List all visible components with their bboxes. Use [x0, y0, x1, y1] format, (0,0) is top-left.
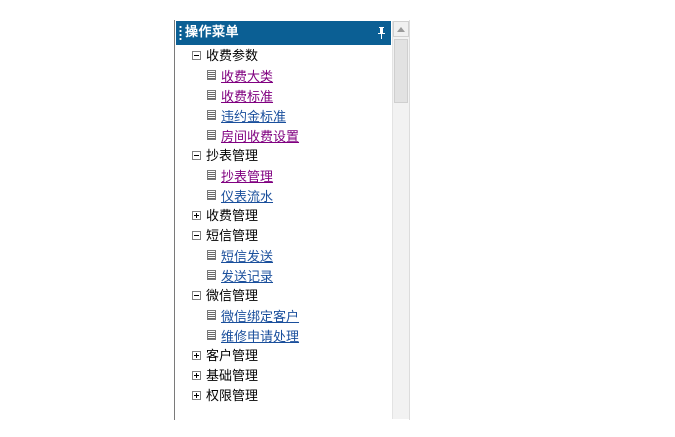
menu-group[interactable]: 权限管理 [175, 387, 391, 407]
menu-item[interactable]: 仪表流水 [175, 187, 391, 207]
expand-icon[interactable] [192, 351, 201, 360]
document-icon [207, 70, 216, 80]
menu-group[interactable]: 抄表管理 [175, 147, 391, 167]
menu-group[interactable]: 收费管理 [175, 207, 391, 227]
expand-icon[interactable] [192, 391, 201, 400]
collapse-icon[interactable] [192, 51, 201, 60]
menu-item-link[interactable]: 收费大类 [221, 68, 273, 88]
menu-item[interactable]: 收费大类 [175, 67, 391, 87]
vertical-scrollbar[interactable] [392, 21, 409, 419]
collapse-icon[interactable] [192, 151, 201, 160]
document-icon [207, 170, 216, 180]
menu-group[interactable]: 微信管理 [175, 287, 391, 307]
menu-item-link[interactable]: 房间收费设置 [221, 128, 299, 148]
document-icon [207, 130, 216, 140]
menu-group[interactable]: 收费参数 [175, 47, 391, 67]
menu-item-link[interactable]: 维修申请处理 [221, 328, 299, 348]
document-icon [207, 190, 216, 200]
menu-item-link[interactable]: 仪表流水 [221, 188, 273, 208]
panel-header[interactable]: 操作菜单 [176, 21, 391, 45]
collapse-icon[interactable] [192, 291, 201, 300]
menu-group-label[interactable]: 权限管理 [206, 387, 258, 407]
document-icon [207, 330, 216, 340]
menu-group-label[interactable]: 客户管理 [206, 347, 258, 367]
menu-group-label[interactable]: 短信管理 [206, 227, 258, 247]
menu-item-link[interactable]: 发送记录 [221, 268, 273, 288]
expand-icon[interactable] [192, 211, 201, 220]
drag-grip-icon[interactable] [179, 25, 182, 41]
document-icon [207, 90, 216, 100]
menu-item-link[interactable]: 短信发送 [221, 248, 273, 268]
menu-item[interactable]: 微信绑定客户 [175, 307, 391, 327]
menu-item-link[interactable]: 收费标准 [221, 88, 273, 108]
menu-item[interactable]: 违约金标准 [175, 107, 391, 127]
menu-item[interactable]: 维修申请处理 [175, 327, 391, 347]
menu-item-link[interactable]: 抄表管理 [221, 168, 273, 188]
scroll-up-arrow-icon[interactable] [393, 21, 409, 37]
menu-tree: 收费参数 收费大类 收费标准 违约金标准 房间收费设置 抄表管理 抄表管理 仪表流水 收费管理短… [175, 47, 391, 407]
document-icon [207, 310, 216, 320]
document-icon [207, 270, 216, 280]
document-icon [207, 250, 216, 260]
menu-item[interactable]: 短信发送 [175, 247, 391, 267]
menu-item[interactable]: 发送记录 [175, 267, 391, 287]
menu-item[interactable]: 抄表管理 [175, 167, 391, 187]
menu-group[interactable]: 客户管理 [175, 347, 391, 367]
operation-menu-panel: 操作菜单 收费参数 收费大类 收费标准 违约金标准 房间收费设置 抄表管理 抄表管理 仪表流水… [174, 20, 410, 420]
menu-item[interactable]: 收费标准 [175, 87, 391, 107]
document-icon [207, 110, 216, 120]
expand-icon[interactable] [192, 371, 201, 380]
menu-item-link[interactable]: 违约金标准 [221, 108, 286, 128]
scroll-thumb[interactable] [394, 39, 408, 103]
menu-group-label[interactable]: 基础管理 [206, 367, 258, 387]
collapse-icon[interactable] [192, 231, 201, 240]
menu-item[interactable]: 房间收费设置 [175, 127, 391, 147]
menu-item-link[interactable]: 微信绑定客户 [221, 308, 299, 328]
menu-group[interactable]: 短信管理 [175, 227, 391, 247]
menu-group-label[interactable]: 抄表管理 [206, 147, 258, 167]
pin-icon[interactable] [377, 27, 386, 39]
menu-group-label[interactable]: 收费参数 [206, 47, 258, 67]
panel-title: 操作菜单 [185, 25, 240, 40]
menu-group-label[interactable]: 微信管理 [206, 287, 258, 307]
menu-group-label[interactable]: 收费管理 [206, 207, 258, 227]
menu-group[interactable]: 基础管理 [175, 367, 391, 387]
